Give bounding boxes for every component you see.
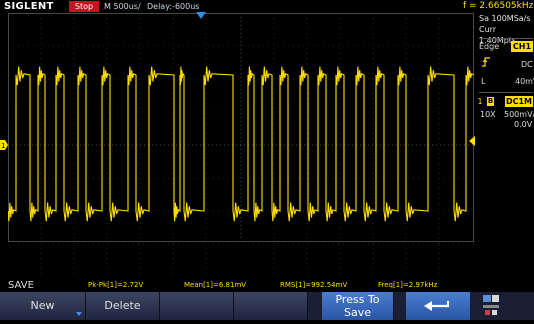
chevron-down-icon: [76, 312, 82, 316]
divider: [479, 38, 533, 39]
bandwidth-limit-badge: B: [487, 97, 494, 106]
softkey-empty-4[interactable]: [234, 292, 308, 320]
measure-freq: Freq[1]=2.97kHz: [378, 281, 438, 289]
info-panel: Sa 100MSa/s Curr 1.40Mpts Edge DC L 40mV…: [475, 13, 534, 275]
press-to-save-line2: Save: [343, 306, 371, 319]
divider: [479, 92, 533, 93]
channel-number[interactable]: 1: [476, 96, 484, 107]
back-arrow-icon: [424, 301, 450, 311]
ch1-ground-marker[interactable]: 1: [0, 140, 8, 150]
trigger-coupling: DC: [521, 60, 533, 69]
measure-mean: Mean[1]=6.81mV: [184, 281, 247, 289]
waveform-display: [8, 13, 474, 275]
usb-icon: [483, 295, 499, 315]
timebase-readout: M 500us/: [104, 2, 141, 11]
sample-rate: Sa 100MSa/s: [479, 14, 531, 23]
softkey-empty-3[interactable]: [160, 292, 234, 320]
delete-button[interactable]: Delete: [86, 292, 160, 320]
measure-pkpk: Pk-Pk[1]=2.72V: [88, 281, 144, 289]
run-stop-badge[interactable]: Stop: [69, 1, 99, 12]
new-button-label: New: [30, 299, 55, 312]
delay-readout: Delay:-600us: [147, 2, 200, 11]
probe-factor: 10X: [480, 110, 496, 119]
channel-coupling-badge[interactable]: DC1M: [505, 96, 533, 107]
brand-logo: SIGLENT: [4, 1, 54, 12]
trigger-position-marker: [196, 12, 206, 19]
back-button[interactable]: [406, 292, 470, 320]
trigger-level-label: L: [481, 77, 486, 86]
vertical-offset: 0.0V: [514, 120, 533, 129]
svg-text:1: 1: [1, 142, 5, 150]
trigger-source-badge: CH1: [511, 41, 533, 52]
trigger-mode: Edge: [479, 42, 500, 51]
rising-edge-icon: [481, 57, 491, 70]
press-to-save-button[interactable]: Press To Save: [322, 292, 394, 320]
measurement-bar: Pk-Pk[1]=2.72V Mean[1]=6.81mV RMS[1]=992…: [0, 280, 534, 291]
top-status-bar: SIGLENT Stop M 500us/ Delay:-600us f = 2…: [0, 0, 534, 13]
press-to-save-line1: Press To: [335, 293, 380, 306]
measure-rms: RMS[1]=992.54mV: [280, 281, 348, 289]
trigger-level: 40mV: [515, 77, 534, 86]
new-button[interactable]: New: [0, 292, 86, 320]
frequency-counter: f = 2.66505kHz: [463, 1, 534, 11]
delete-button-label: Delete: [104, 299, 141, 312]
